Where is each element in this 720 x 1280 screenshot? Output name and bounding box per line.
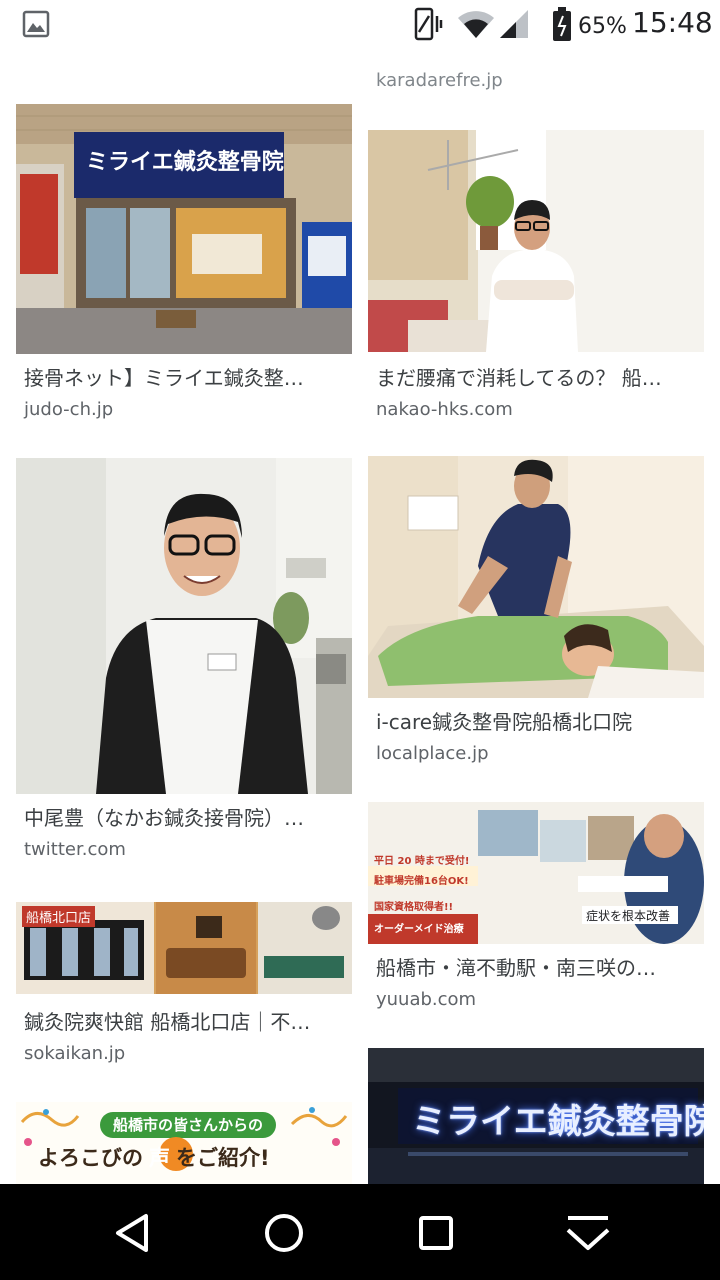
result-title[interactable]: 中尾豊（なかお鍼灸接骨院）… [24,804,344,832]
result-thumbnail[interactable] [368,456,704,698]
result-thumbnail[interactable]: 船橋市の皆さんからの よろこびの声をご紹介! [16,1102,352,1184]
partial-result-domain: karadarefre.jp [376,70,503,91]
signal-icon [498,8,530,44]
result-thumbnail[interactable]: ミライエ鍼灸整骨院 [368,1048,704,1184]
result-domain[interactable]: localplace.jp [376,742,489,766]
yuuab-line-5: 症状を根本改善 [586,909,671,923]
result-title[interactable]: 接骨ネット】ミライエ鍼灸整… [24,364,344,392]
image-result-card[interactable]: i-care鍼灸整骨院船橋北口院 localplace.jp [368,456,704,768]
image-result-card[interactable]: 船橋北口店 鍼灸院爽快館 船橋北口店｜不… sokaikan.jp [16,902,352,1072]
result-domain[interactable]: sokaikan.jp [24,1042,125,1066]
result-thumbnail[interactable] [368,130,704,352]
result-domain[interactable]: yuuab.com [376,988,476,1012]
yuuab-line-1: 平日 20 時まで受付! [374,856,470,867]
clock: 15:48 [632,6,713,39]
result-title[interactable]: まだ腰痛で消耗してるの？ 船… [376,364,696,392]
battery-icon [552,6,572,46]
yuuab-line-4: オーダーメイド治療 [374,924,464,935]
image-result-card[interactable]: ミライエ鍼灸整骨院 接骨ネット】ミライエ鍼灸整… judo-ch.jp [16,104,352,424]
banner-headline-b: 声 [149,1146,170,1170]
result-domain[interactable]: nakao-hks.com [376,398,513,422]
result-domain[interactable]: twitter.com [24,838,126,862]
image-result-card[interactable]: 船橋市の皆さんからの よろこびの声をご紹介! [16,1102,352,1184]
yuuab-line-2: 駐車場完備16台OK! [374,876,469,887]
navigation-bar [0,1184,720,1280]
result-thumbnail[interactable]: ミライエ鍼灸整骨院 [16,104,352,354]
banner-subtitle: 船橋市の皆さんからの [112,1116,263,1134]
image-result-card[interactable]: ミライエ鍼灸整骨院 [368,1048,704,1184]
result-thumbnail[interactable]: 平日 20 時まで受付! 駐車場完備16台OK! 国家資格取得者!! オーダーメ… [368,802,704,944]
vibrate-icon [410,6,444,46]
night-sign-text: ミライエ鍼灸整骨院 [412,1102,704,1142]
wifi-icon [456,6,496,46]
back-icon[interactable] [102,1208,162,1258]
image-result-card[interactable]: 中尾豊（なかお鍼灸接骨院）… twitter.com [16,458,352,868]
result-thumbnail[interactable] [16,458,352,794]
battery-percent: 65% [578,14,627,39]
image-result-card[interactable]: まだ腰痛で消耗してるの？ 船… nakao-hks.com [368,130,704,424]
banner-headline: よろこびの声をご紹介! [38,1142,338,1172]
recents-icon[interactable] [406,1208,466,1258]
keyboard-hide-icon[interactable] [558,1208,618,1258]
result-title[interactable]: 鍼灸院爽快館 船橋北口店｜不… [24,1008,344,1036]
yuuab-line-3: 国家資格取得者!! [374,902,454,913]
image-notification-icon [22,10,50,42]
result-thumbnail[interactable]: 船橋北口店 [16,902,352,994]
result-title[interactable]: i-care鍼灸整骨院船橋北口院 [376,708,696,736]
banner-headline-a: よろこびの [38,1146,143,1170]
result-title[interactable]: 船橋市・滝不動駅・南三咲の… [376,954,696,982]
sokaikan-badge: 船橋北口店 [22,906,96,927]
home-icon[interactable] [254,1208,314,1258]
status-bar: 65% 15:48 [0,0,720,50]
result-domain[interactable]: judo-ch.jp [24,398,113,422]
image-result-card[interactable]: 平日 20 時まで受付! 駐車場完備16台OK! 国家資格取得者!! オーダーメ… [368,802,704,1018]
storefront-sign-text: ミライエ鍼灸整骨院 [86,150,284,175]
banner-headline-c: をご紹介! [176,1146,270,1170]
